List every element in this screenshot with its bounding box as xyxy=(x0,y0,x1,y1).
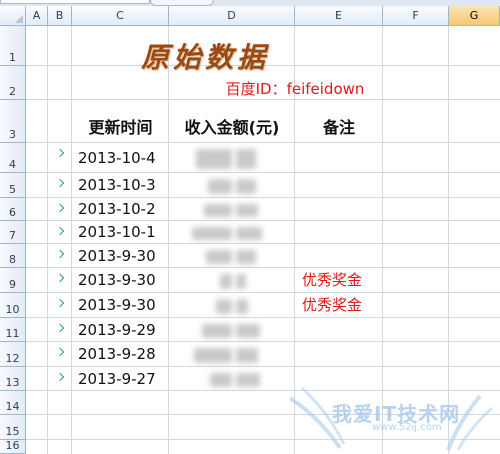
error-indicator-icon[interactable] xyxy=(56,143,66,173)
error-indicator-icon[interactable] xyxy=(56,342,66,367)
row-header-1[interactable]: 1 xyxy=(0,26,26,66)
error-indicator-icon[interactable] xyxy=(56,244,66,268)
column-header-c[interactable]: C xyxy=(72,6,169,26)
income-cell-redacted[interactable] xyxy=(204,204,232,217)
income-cell-redacted[interactable] xyxy=(196,149,232,169)
column-header-f[interactable]: F xyxy=(383,6,449,26)
row-header-13[interactable]: 13 xyxy=(0,367,26,391)
error-indicator-icon[interactable] xyxy=(56,173,66,198)
error-indicator-icon[interactable] xyxy=(56,293,66,318)
income-cell-redacted[interactable] xyxy=(208,179,232,194)
row-header-6[interactable]: 6 xyxy=(0,198,26,221)
watermark-text: 我爱IT技术网 xyxy=(332,402,461,426)
header-note[interactable]: 备注 xyxy=(295,114,383,138)
note-cell[interactable]: 优秀奖金 xyxy=(302,268,362,293)
date-cell[interactable]: 2013-10-1 xyxy=(78,221,156,244)
date-cell[interactable]: 2013-9-28 xyxy=(78,342,156,367)
income-cell-redacted xyxy=(236,299,248,314)
row-header-8[interactable]: 8 xyxy=(0,244,26,268)
income-cell-redacted xyxy=(236,250,256,264)
column-header-d[interactable]: D xyxy=(169,6,295,26)
row-header-4[interactable]: 4 xyxy=(0,143,26,173)
column-header-a[interactable]: A xyxy=(26,6,48,26)
row-header-12[interactable]: 12 xyxy=(0,342,26,367)
income-cell-redacted xyxy=(236,348,258,363)
income-cell-redacted xyxy=(236,204,258,217)
date-cell[interactable]: 2013-9-30 xyxy=(78,244,156,268)
column-header-b[interactable]: B xyxy=(48,6,72,26)
income-cell-redacted[interactable] xyxy=(194,348,232,363)
header-income[interactable]: 收入金额(元) xyxy=(169,114,295,138)
error-indicator-icon[interactable] xyxy=(56,318,66,342)
error-indicator-icon[interactable] xyxy=(56,367,66,391)
sheet-title: 原始数据 xyxy=(140,41,269,74)
select-all-corner[interactable] xyxy=(0,6,26,26)
column-header-e[interactable]: E xyxy=(295,6,383,26)
income-cell-redacted xyxy=(236,274,246,289)
date-cell[interactable]: 2013-9-27 xyxy=(78,367,156,391)
income-cell-redacted[interactable] xyxy=(202,324,232,338)
income-cell-redacted[interactable] xyxy=(220,274,232,289)
sheet-subtitle: 百度ID：feifeidown xyxy=(225,80,365,98)
income-cell-redacted xyxy=(236,373,260,387)
row-header-15[interactable]: 15 xyxy=(0,415,26,440)
column-header-g[interactable]: G xyxy=(449,6,500,26)
row-header-7[interactable]: 7 xyxy=(0,221,26,244)
row-header-16[interactable]: 16 xyxy=(0,439,26,454)
error-indicator-icon[interactable] xyxy=(56,268,66,293)
income-cell-redacted xyxy=(236,324,260,338)
name-box[interactable] xyxy=(0,0,150,4)
error-indicator-icon[interactable] xyxy=(56,198,66,221)
row-header-3[interactable]: 3 xyxy=(0,100,26,143)
date-cell[interactable]: 2013-10-3 xyxy=(78,173,156,198)
date-cell[interactable]: 2013-9-30 xyxy=(78,268,156,293)
row-header-2[interactable]: 2 xyxy=(0,66,26,100)
row-header-11[interactable]: 11 xyxy=(0,318,26,342)
income-cell-redacted[interactable] xyxy=(206,250,232,264)
income-cell-redacted xyxy=(236,149,256,169)
income-cell-redacted[interactable] xyxy=(216,299,232,314)
row-header-14[interactable]: 14 xyxy=(0,391,26,415)
row-gridline xyxy=(26,99,500,100)
error-indicator-icon[interactable] xyxy=(56,221,66,244)
row-gridline xyxy=(26,414,500,415)
date-cell[interactable]: 2013-9-29 xyxy=(78,318,156,342)
income-cell-redacted[interactable] xyxy=(210,373,232,387)
row-header-5[interactable]: 5 xyxy=(0,173,26,198)
header-date[interactable]: 更新时间 xyxy=(72,114,169,138)
row-header-9[interactable]: 9 xyxy=(0,268,26,293)
income-cell-redacted xyxy=(236,179,256,194)
income-cell-redacted[interactable] xyxy=(192,227,232,240)
date-cell[interactable]: 2013-10-2 xyxy=(78,198,156,221)
date-cell[interactable]: 2013-10-4 xyxy=(78,143,156,173)
row-gridline xyxy=(26,439,500,440)
row-header-10[interactable]: 10 xyxy=(0,293,26,318)
date-cell[interactable]: 2013-9-30 xyxy=(78,293,156,318)
income-cell-redacted xyxy=(236,227,262,240)
note-cell[interactable]: 优秀奖金 xyxy=(302,293,362,318)
